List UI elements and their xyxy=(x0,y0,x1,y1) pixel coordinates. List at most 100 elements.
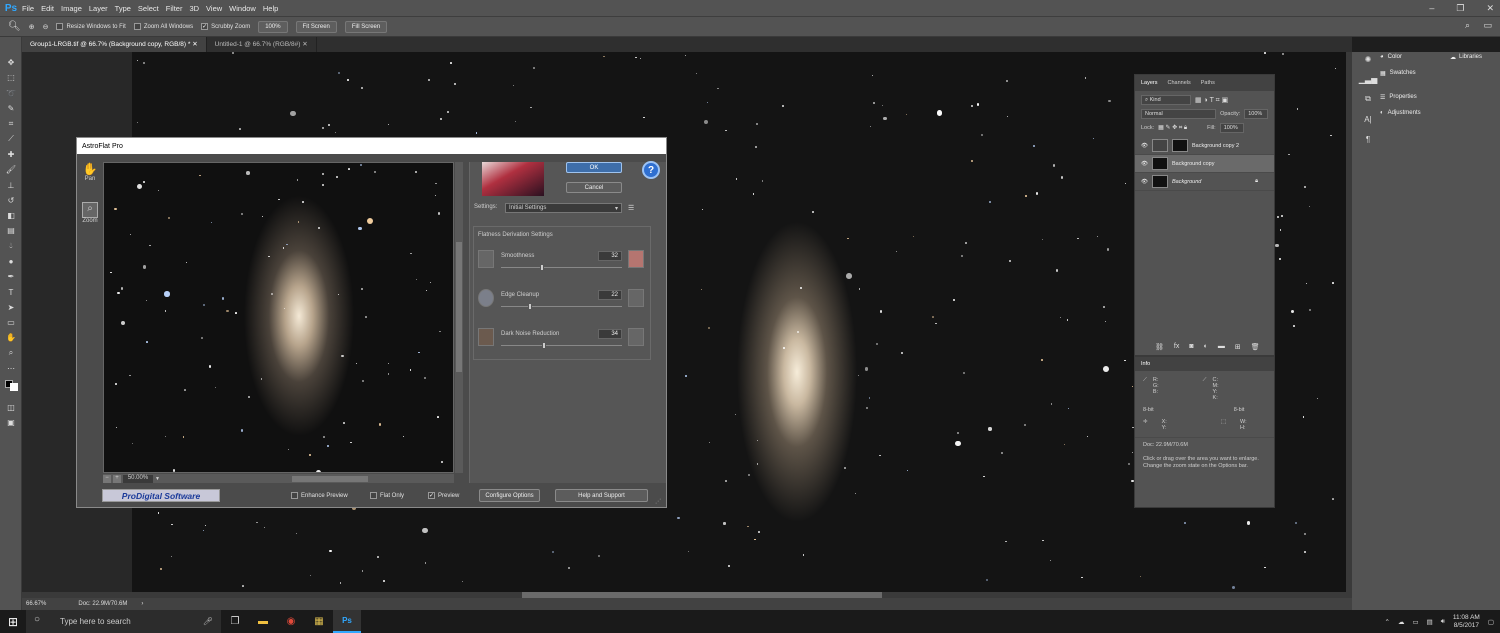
history-icon[interactable]: ⧉ xyxy=(1357,89,1379,109)
settings-menu-icon[interactable]: ☰ xyxy=(628,204,634,212)
menu-layer[interactable]: Layer xyxy=(89,4,108,13)
zoom-dropdown-icon[interactable]: ▼ xyxy=(155,476,160,482)
tab-untitled-1[interactable]: Untitled-1 @ 66.7% (RGB/8#) ✕ xyxy=(207,37,317,52)
volume-icon[interactable]: 🔊︎ xyxy=(1441,618,1445,626)
horizontal-scroll-thumb[interactable] xyxy=(291,475,368,482)
screen-mode-icon[interactable]: ▣ xyxy=(0,415,22,430)
photoshop-taskbar-icon[interactable]: Ps xyxy=(333,610,361,633)
zoom-tool-sidebar-icon[interactable]: ⌕ xyxy=(0,346,22,361)
configure-options-button[interactable]: Configure Options xyxy=(479,489,540,502)
more-tools-icon[interactable]: ⋯ xyxy=(0,361,22,376)
gradient-tool-icon[interactable]: ▤ xyxy=(0,223,22,238)
brush-tool-icon[interactable]: 🖌︎ xyxy=(0,162,22,177)
history-brush-icon[interactable]: ↺ xyxy=(0,193,22,208)
paragraph-icon[interactable]: ¶ xyxy=(1357,129,1379,149)
fill-screen-button[interactable]: Fill Screen xyxy=(344,20,388,33)
resize-windows-checkbox[interactable]: Resize Windows to Fit xyxy=(56,23,126,30)
zoom-all-windows-checkbox[interactable]: Zoom All Windows xyxy=(133,23,193,30)
menu-select[interactable]: Select xyxy=(138,4,159,13)
minimize-icon[interactable]: – xyxy=(1429,3,1434,13)
tab-layers[interactable]: Layers xyxy=(1141,80,1158,86)
hand-tool-icon[interactable]: ✋ xyxy=(0,330,22,345)
notifications-icon[interactable]: ▢ xyxy=(1488,618,1494,626)
menu-edit[interactable]: Edit xyxy=(41,4,54,13)
task-view-icon[interactable]: ❐ xyxy=(221,610,249,633)
menu-type[interactable]: Type xyxy=(115,4,131,13)
swatches-panel-tab[interactable]: ▦ Swatches xyxy=(1380,65,1446,81)
help-and-support-button[interactable]: Help and Support xyxy=(555,489,648,502)
filter-kind-select[interactable]: ⌕ Kind xyxy=(1141,95,1191,105)
zoom-percent[interactable]: 50.00% xyxy=(123,474,153,483)
color-panel-tab[interactable]: ◕ Color xyxy=(1380,49,1446,65)
menu-file[interactable]: File xyxy=(22,4,34,13)
navigator-icon[interactable]: ✺ xyxy=(1357,49,1379,69)
tab-channels[interactable]: Channels xyxy=(1168,80,1191,86)
windows-start-icon[interactable]: ⊞ xyxy=(8,615,18,629)
scrubby-zoom-checkbox[interactable]: ✓ Scrubby Zoom xyxy=(201,23,250,30)
layer-row[interactable]: 👁︎ Background copy xyxy=(1135,155,1274,173)
enhance-preview-checkbox[interactable]: Enhance Preview xyxy=(291,492,348,499)
app-icon[interactable]: ▦ xyxy=(305,610,333,633)
search-icon[interactable]: ⌕ xyxy=(1465,20,1470,31)
zoom-out-icon[interactable]: ⊖ xyxy=(43,23,49,31)
preview-checkbox[interactable]: ✓ Preview xyxy=(428,492,459,499)
settings-select[interactable]: Initial Settings ▾ xyxy=(505,203,622,213)
properties-panel-tab[interactable]: ☰ Properties xyxy=(1380,89,1446,105)
layer-filter-icons[interactable]: ▦ ◑ T ⌗ ▣ xyxy=(1195,96,1228,105)
shape-tool-icon[interactable]: ▭ xyxy=(0,315,22,330)
chevron-up-icon[interactable]: ⌃ xyxy=(1384,618,1389,626)
zoom-in-icon[interactable]: ⊕ xyxy=(29,23,35,31)
help-icon[interactable]: ? xyxy=(642,161,660,179)
pen-tool-icon[interactable]: ✒ xyxy=(0,269,22,284)
preview-pane[interactable] xyxy=(103,162,454,473)
color-swatches-icon[interactable] xyxy=(0,376,22,391)
workspace-icon[interactable]: ▭ xyxy=(1483,20,1492,31)
dodge-tool-icon[interactable]: ● xyxy=(0,254,22,269)
network-icon[interactable]: ▤ xyxy=(1427,618,1433,626)
fit-screen-button[interactable]: Fit Screen xyxy=(295,20,337,33)
blend-mode-select[interactable]: Normal xyxy=(1141,109,1217,119)
maximize-icon[interactable]: ❐ xyxy=(1456,3,1464,14)
type-tool-icon[interactable]: T xyxy=(0,284,22,299)
move-tool-icon[interactable]: ✥ xyxy=(0,55,22,70)
preview-vertical-scrollbar[interactable] xyxy=(455,162,463,473)
quick-select-tool-icon[interactable]: ✎ xyxy=(0,101,22,116)
healing-tool-icon[interactable]: ✚ xyxy=(0,147,22,162)
menu-filter[interactable]: Filter xyxy=(166,4,183,13)
zoom-out-icon[interactable]: − xyxy=(103,474,111,483)
cloud-icon[interactable]: ☁ xyxy=(1398,618,1405,626)
menu-3d[interactable]: 3D xyxy=(189,4,199,13)
fill-field[interactable]: 100% xyxy=(1219,123,1244,133)
layer-actions[interactable]: ⛓ fx ◙ ◐ ▬ ⊞ 🗑︎ xyxy=(1155,343,1260,351)
zoom-level[interactable]: 66.67% xyxy=(26,601,46,607)
zoom-tool[interactable]: ⌕ Zoom xyxy=(81,202,99,224)
lasso-tool-icon[interactable]: ➰ xyxy=(0,86,22,101)
menu-window[interactable]: Window xyxy=(229,4,256,13)
blur-tool-icon[interactable]: 💧︎ xyxy=(0,239,22,254)
menu-help[interactable]: Help xyxy=(263,4,278,13)
resize-grip-icon[interactable]: ⋰ xyxy=(655,498,661,505)
quick-mask-icon[interactable]: ◫ xyxy=(0,400,22,415)
battery-icon[interactable]: ▭ xyxy=(1412,618,1418,626)
status-arrow-icon[interactable]: › xyxy=(141,601,143,607)
chrome-icon[interactable]: ◉ xyxy=(277,610,305,633)
eyedropper-tool-icon[interactable]: ⟋ xyxy=(0,131,22,146)
marquee-tool-icon[interactable]: ⬚ xyxy=(0,70,22,85)
file-explorer-icon[interactable]: ▬ xyxy=(249,610,277,633)
zoom-tool-icon[interactable]: 🔍︎ xyxy=(8,21,21,32)
pan-tool[interactable]: ✋ Pan xyxy=(81,162,99,182)
character-icon[interactable]: A| xyxy=(1357,109,1379,129)
opacity-field[interactable]: 100% xyxy=(1244,109,1268,119)
libraries-panel-tab[interactable]: ☁ Libraries xyxy=(1446,49,1500,65)
menu-image[interactable]: Image xyxy=(61,4,82,13)
stamp-tool-icon[interactable]: ⊥ xyxy=(0,177,22,192)
menu-view[interactable]: View xyxy=(206,4,222,13)
cancel-button[interactable]: Cancel xyxy=(566,182,622,193)
close-icon[interactable]: ✕ xyxy=(1486,3,1494,14)
taskbar-search[interactable]: ○ Type here to search 🎤︎ xyxy=(26,610,221,633)
histogram-icon[interactable]: ▁▃▅ xyxy=(1357,69,1379,89)
ok-button[interactable]: OK xyxy=(566,162,622,173)
lock-icons[interactable]: ▦ ✎ ✥ ⌗ 🔒︎ xyxy=(1158,124,1187,132)
adjustments-panel-tab[interactable]: ◐ Adjustments xyxy=(1380,105,1446,121)
layer-row[interactable]: 👁︎ Background 🔒︎ xyxy=(1135,173,1274,191)
